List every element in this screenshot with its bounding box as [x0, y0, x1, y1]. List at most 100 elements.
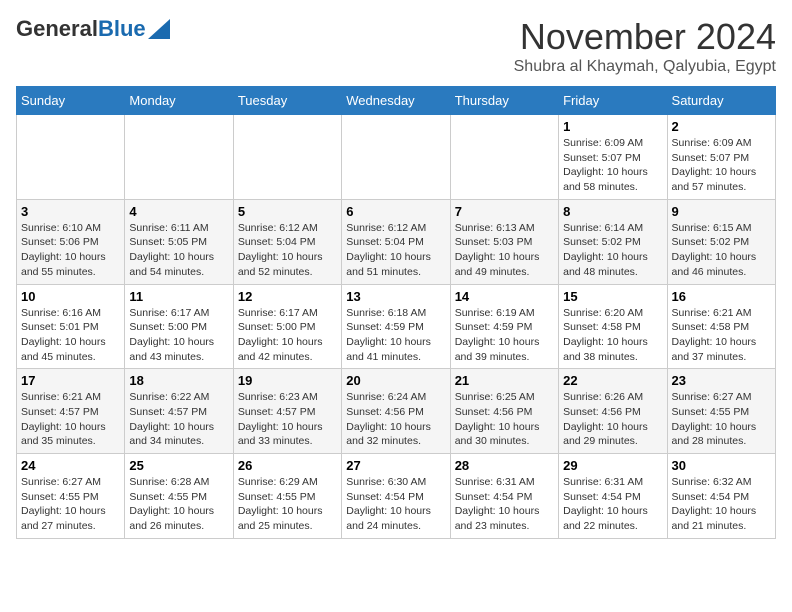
- day-info: Sunrise: 6:21 AM Sunset: 4:57 PM Dayligh…: [21, 390, 120, 449]
- day-info: Sunrise: 6:12 AM Sunset: 5:04 PM Dayligh…: [346, 221, 445, 280]
- day-number: 24: [21, 458, 120, 473]
- logo-general: General: [16, 16, 98, 42]
- calendar-cell: 14Sunrise: 6:19 AM Sunset: 4:59 PM Dayli…: [450, 284, 558, 369]
- day-info: Sunrise: 6:24 AM Sunset: 4:56 PM Dayligh…: [346, 390, 445, 449]
- day-number: 17: [21, 373, 120, 388]
- day-number: 28: [455, 458, 554, 473]
- calendar-week-row: 17 Sunrise: 6:21 AM Sunset: 4:57 PM Dayli…: [17, 369, 776, 454]
- day-number: 18: [129, 373, 228, 388]
- day-info: Sunrise: 6:18 AM Sunset: 4:59 PM Dayligh…: [346, 306, 445, 365]
- day-info: Sunrise: 6:17 AM Sunset: 5:00 PM Dayligh…: [238, 306, 337, 365]
- calendar-cell: 20Sunrise: 6:24 AM Sunset: 4:56 PM Dayli…: [342, 369, 450, 454]
- calendar-cell: 24 Sunrise: 6:27 AM Sunset: 4:55 PM Dayli…: [17, 454, 125, 539]
- day-number: 21: [455, 373, 554, 388]
- day-info: Sunrise: 6:10 AM Sunset: 5:06 PM Dayligh…: [21, 221, 120, 280]
- logo-icon: [148, 19, 170, 39]
- weekday-header: Wednesday: [342, 87, 450, 115]
- day-info: Sunrise: 6:09 AM Sunset: 5:07 PM Dayligh…: [563, 136, 662, 195]
- weekday-header: Thursday: [450, 87, 558, 115]
- day-info: Sunrise: 6:20 AM Sunset: 4:58 PM Dayligh…: [563, 306, 662, 365]
- day-info: Sunrise: 6:32 AM Sunset: 4:54 PM Dayligh…: [672, 475, 771, 534]
- calendar-cell: 11Sunrise: 6:17 AM Sunset: 5:00 PM Dayli…: [125, 284, 233, 369]
- calendar-cell: 19 Sunrise: 6:23 AM Sunset: 4:57 PM Dayli…: [233, 369, 341, 454]
- day-number: 7: [455, 204, 554, 219]
- day-number: 25: [129, 458, 228, 473]
- calendar-cell: [450, 115, 558, 200]
- calendar-cell: 15 Sunrise: 6:20 AM Sunset: 4:58 PM Dayli…: [559, 284, 667, 369]
- calendar-week-row: 3Sunrise: 6:10 AM Sunset: 5:06 PM Daylig…: [17, 199, 776, 284]
- day-info: Sunrise: 6:28 AM Sunset: 4:55 PM Dayligh…: [129, 475, 228, 534]
- page-header: GeneralBlue November 2024 Shubra al Khay…: [16, 16, 776, 76]
- day-number: 27: [346, 458, 445, 473]
- day-info: Sunrise: 6:29 AM Sunset: 4:55 PM Dayligh…: [238, 475, 337, 534]
- day-number: 26: [238, 458, 337, 473]
- day-info: Sunrise: 6:23 AM Sunset: 4:57 PM Dayligh…: [238, 390, 337, 449]
- calendar-cell: 21 Sunrise: 6:25 AM Sunset: 4:56 PM Dayli…: [450, 369, 558, 454]
- calendar-cell: [125, 115, 233, 200]
- calendar-cell: 3Sunrise: 6:10 AM Sunset: 5:06 PM Daylig…: [17, 199, 125, 284]
- calendar-cell: 26 Sunrise: 6:29 AM Sunset: 4:55 PM Dayli…: [233, 454, 341, 539]
- calendar-cell: 4Sunrise: 6:11 AM Sunset: 5:05 PM Daylig…: [125, 199, 233, 284]
- weekday-header: Tuesday: [233, 87, 341, 115]
- calendar-cell: 27 Sunrise: 6:30 AM Sunset: 4:54 PM Dayli…: [342, 454, 450, 539]
- calendar-cell: 5 Sunrise: 6:12 AM Sunset: 5:04 PM Daylig…: [233, 199, 341, 284]
- day-number: 5: [238, 204, 337, 219]
- day-number: 2: [672, 119, 771, 134]
- day-number: 1: [563, 119, 662, 134]
- day-number: 6: [346, 204, 445, 219]
- logo-blue: Blue: [98, 16, 146, 42]
- day-info: Sunrise: 6:31 AM Sunset: 4:54 PM Dayligh…: [563, 475, 662, 534]
- calendar-week-row: 10 Sunrise: 6:16 AM Sunset: 5:01 PM Dayli…: [17, 284, 776, 369]
- day-info: Sunrise: 6:25 AM Sunset: 4:56 PM Dayligh…: [455, 390, 554, 449]
- day-number: 14: [455, 289, 554, 304]
- calendar-cell: 6 Sunrise: 6:12 AM Sunset: 5:04 PM Daylig…: [342, 199, 450, 284]
- day-number: 8: [563, 204, 662, 219]
- calendar-week-row: 24 Sunrise: 6:27 AM Sunset: 4:55 PM Dayli…: [17, 454, 776, 539]
- day-number: 19: [238, 373, 337, 388]
- day-info: Sunrise: 6:26 AM Sunset: 4:56 PM Dayligh…: [563, 390, 662, 449]
- title-block: November 2024 Shubra al Khaymah, Qalyubi…: [514, 16, 776, 76]
- calendar-cell: [17, 115, 125, 200]
- calendar-week-row: 1 Sunrise: 6:09 AM Sunset: 5:07 PM Daylig…: [17, 115, 776, 200]
- calendar-cell: 1 Sunrise: 6:09 AM Sunset: 5:07 PM Daylig…: [559, 115, 667, 200]
- day-info: Sunrise: 6:22 AM Sunset: 4:57 PM Dayligh…: [129, 390, 228, 449]
- calendar-cell: 29 Sunrise: 6:31 AM Sunset: 4:54 PM Dayli…: [559, 454, 667, 539]
- day-number: 30: [672, 458, 771, 473]
- calendar-cell: 17 Sunrise: 6:21 AM Sunset: 4:57 PM Dayli…: [17, 369, 125, 454]
- calendar-cell: 13 Sunrise: 6:18 AM Sunset: 4:59 PM Dayli…: [342, 284, 450, 369]
- calendar-cell: 23Sunrise: 6:27 AM Sunset: 4:55 PM Dayli…: [667, 369, 775, 454]
- calendar-cell: 30 Sunrise: 6:32 AM Sunset: 4:54 PM Dayli…: [667, 454, 775, 539]
- day-info: Sunrise: 6:30 AM Sunset: 4:54 PM Dayligh…: [346, 475, 445, 534]
- calendar-cell: 18 Sunrise: 6:22 AM Sunset: 4:57 PM Dayli…: [125, 369, 233, 454]
- day-number: 13: [346, 289, 445, 304]
- day-info: Sunrise: 6:14 AM Sunset: 5:02 PM Dayligh…: [563, 221, 662, 280]
- calendar-cell: 7 Sunrise: 6:13 AM Sunset: 5:03 PM Daylig…: [450, 199, 558, 284]
- day-info: Sunrise: 6:15 AM Sunset: 5:02 PM Dayligh…: [672, 221, 771, 280]
- weekday-header: Saturday: [667, 87, 775, 115]
- calendar-cell: 25 Sunrise: 6:28 AM Sunset: 4:55 PM Dayli…: [125, 454, 233, 539]
- day-number: 12: [238, 289, 337, 304]
- day-number: 15: [563, 289, 662, 304]
- day-number: 10: [21, 289, 120, 304]
- calendar-cell: [233, 115, 341, 200]
- day-info: Sunrise: 6:31 AM Sunset: 4:54 PM Dayligh…: [455, 475, 554, 534]
- day-info: Sunrise: 6:12 AM Sunset: 5:04 PM Dayligh…: [238, 221, 337, 280]
- calendar-cell: 12 Sunrise: 6:17 AM Sunset: 5:00 PM Dayli…: [233, 284, 341, 369]
- day-info: Sunrise: 6:09 AM Sunset: 5:07 PM Dayligh…: [672, 136, 771, 195]
- day-info: Sunrise: 6:13 AM Sunset: 5:03 PM Dayligh…: [455, 221, 554, 280]
- day-number: 11: [129, 289, 228, 304]
- day-number: 29: [563, 458, 662, 473]
- weekday-header: Monday: [125, 87, 233, 115]
- calendar-cell: 22 Sunrise: 6:26 AM Sunset: 4:56 PM Dayli…: [559, 369, 667, 454]
- calendar-cell: 16Sunrise: 6:21 AM Sunset: 4:58 PM Dayli…: [667, 284, 775, 369]
- day-number: 22: [563, 373, 662, 388]
- day-number: 9: [672, 204, 771, 219]
- day-info: Sunrise: 6:27 AM Sunset: 4:55 PM Dayligh…: [672, 390, 771, 449]
- day-info: Sunrise: 6:11 AM Sunset: 5:05 PM Dayligh…: [129, 221, 228, 280]
- calendar-cell: 8 Sunrise: 6:14 AM Sunset: 5:02 PM Daylig…: [559, 199, 667, 284]
- calendar-header-row: SundayMondayTuesdayWednesdayThursdayFrid…: [17, 87, 776, 115]
- day-info: Sunrise: 6:27 AM Sunset: 4:55 PM Dayligh…: [21, 475, 120, 534]
- calendar-cell: 9 Sunrise: 6:15 AM Sunset: 5:02 PM Daylig…: [667, 199, 775, 284]
- weekday-header: Friday: [559, 87, 667, 115]
- day-info: Sunrise: 6:16 AM Sunset: 5:01 PM Dayligh…: [21, 306, 120, 365]
